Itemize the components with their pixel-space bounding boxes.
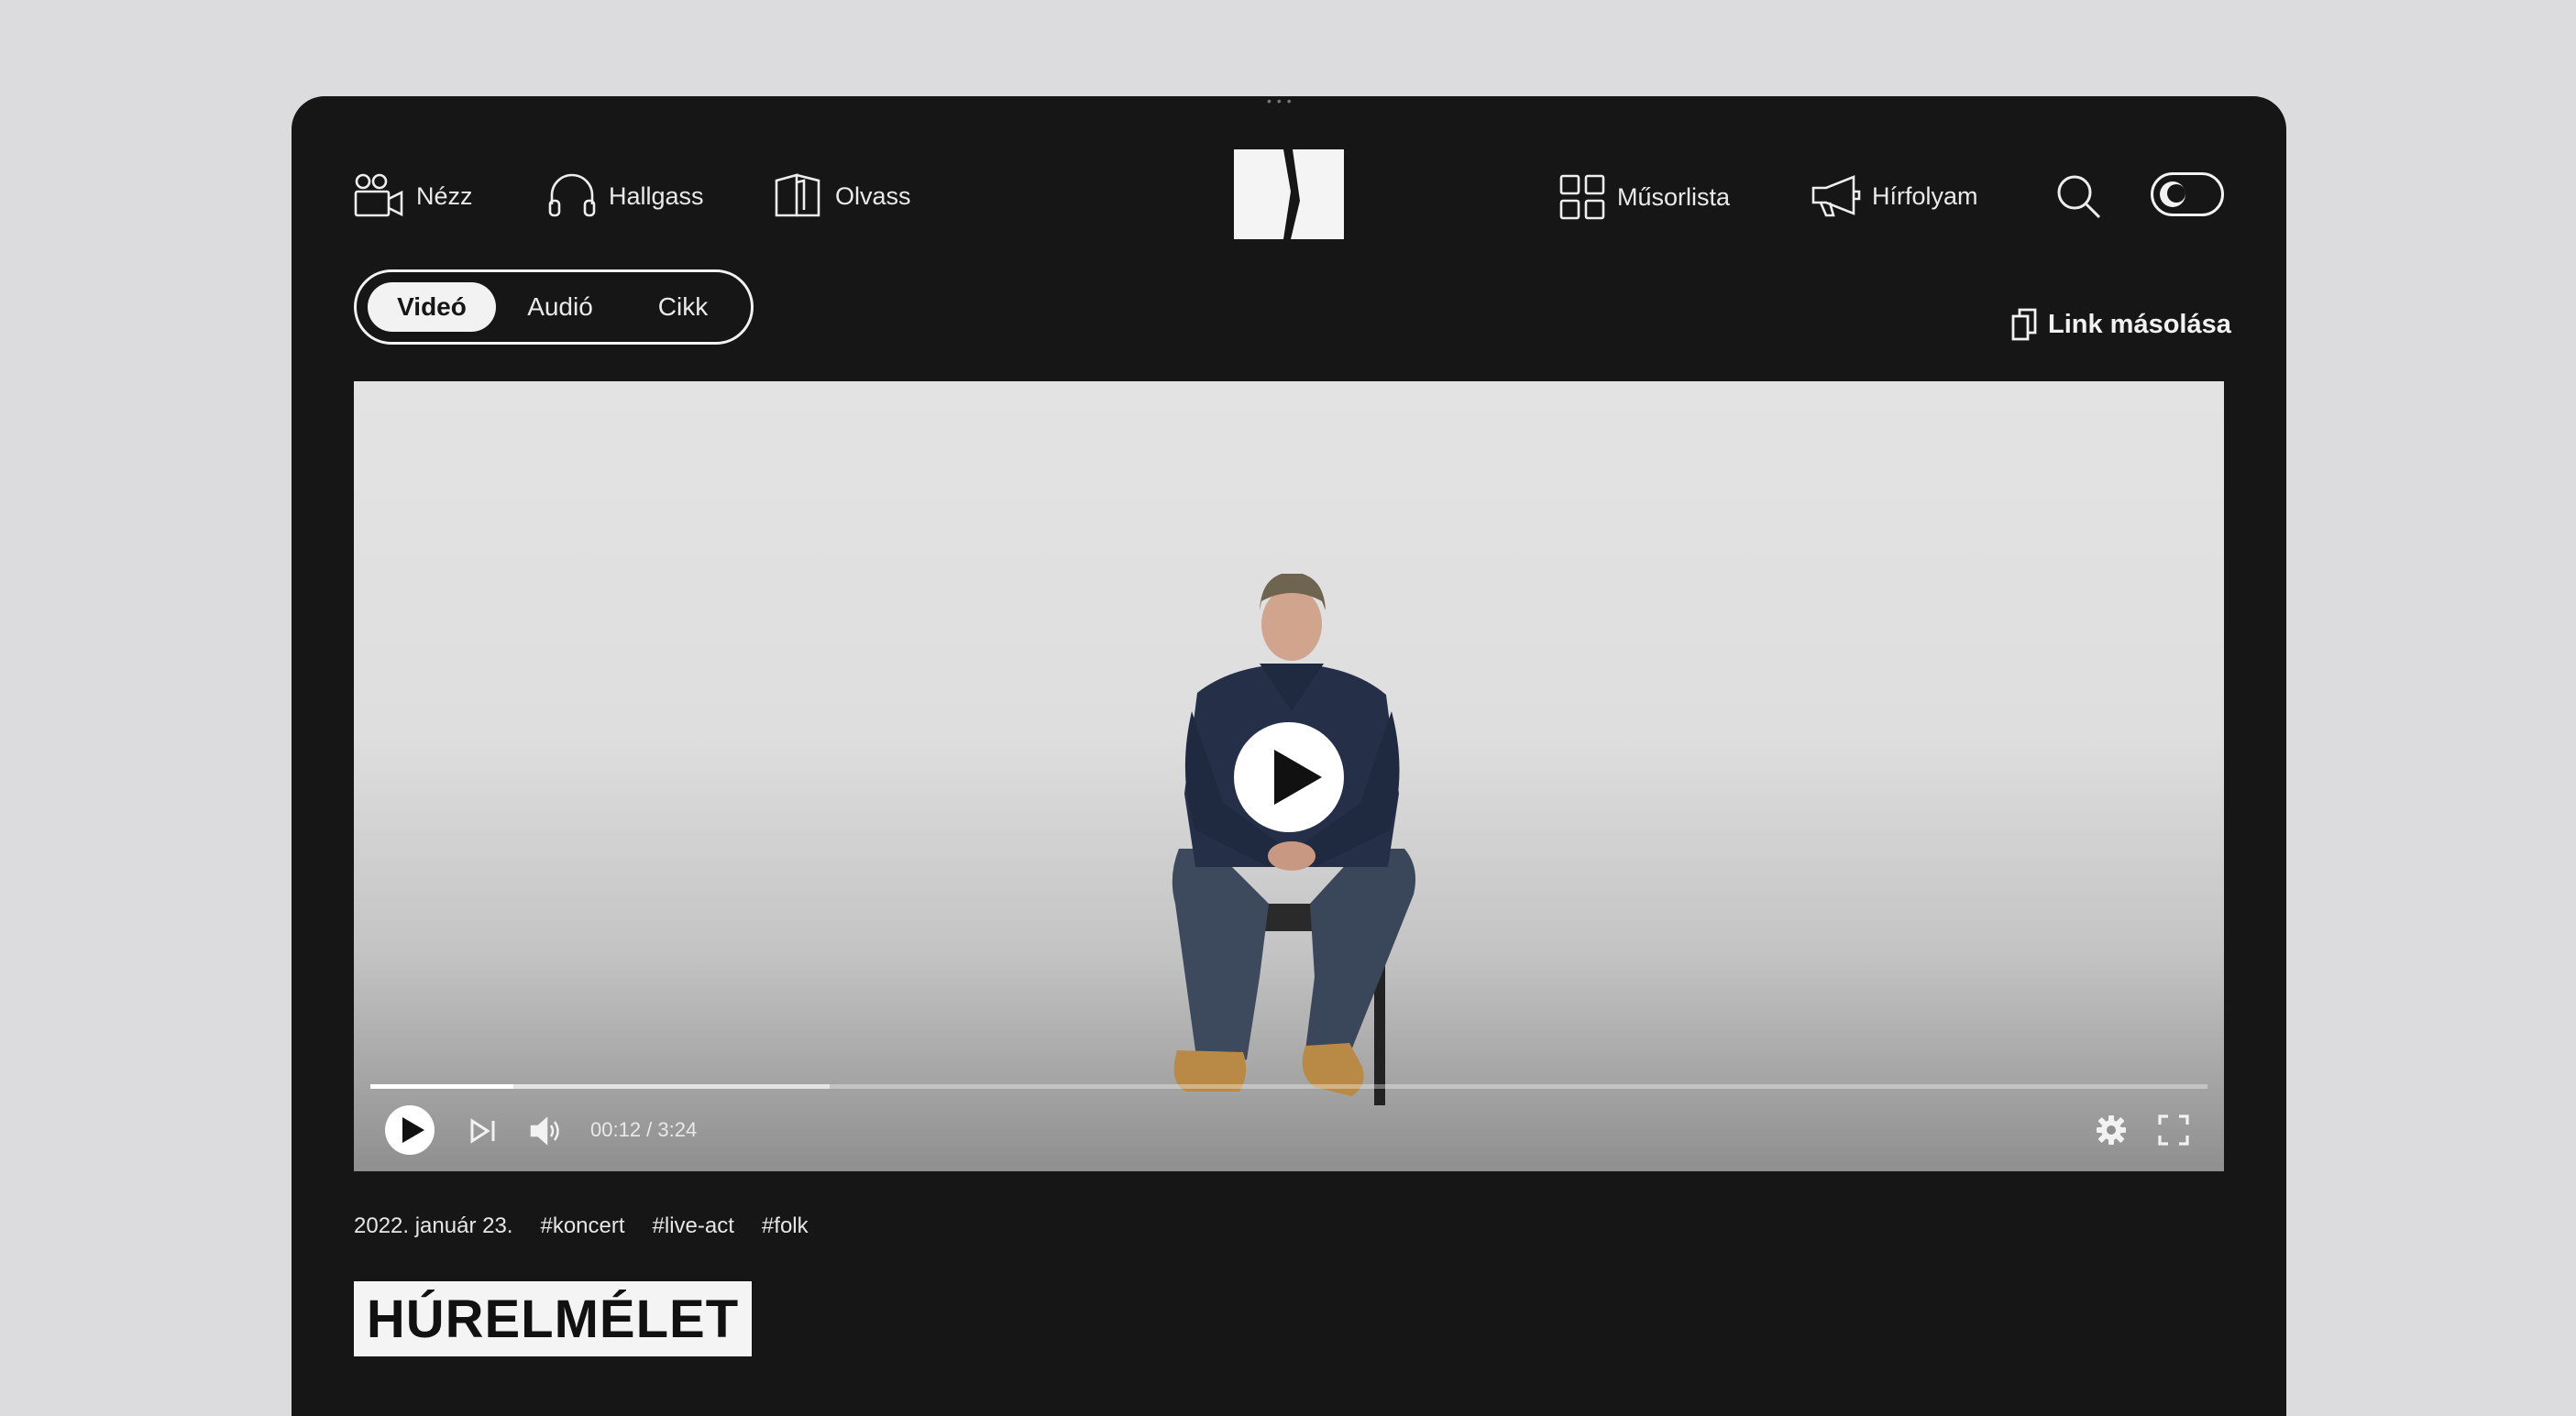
nav-feed-label: Hírfolyam	[1872, 181, 1978, 210]
site-logo[interactable]	[1234, 149, 1344, 239]
tag-link[interactable]: #koncert	[540, 1213, 624, 1239]
search-icon[interactable]	[2055, 173, 2101, 219]
nav-read[interactable]: Olvass	[773, 173, 911, 219]
tag-link[interactable]: #live-act	[653, 1213, 734, 1239]
copy-link-button[interactable]: Link másolása	[2011, 308, 2231, 341]
copy-icon	[2011, 308, 2037, 341]
progress-bar	[370, 1084, 514, 1089]
megaphone-icon	[1811, 175, 1861, 217]
publish-date: 2022. január 23.	[354, 1213, 513, 1238]
drag-handle[interactable]: •••	[1267, 93, 1297, 108]
tab-article[interactable]: Cikk	[624, 282, 742, 332]
nav-feed[interactable]: Hírfolyam	[1810, 173, 1978, 219]
nav-read-label: Olvass	[835, 181, 911, 210]
skip-next-icon[interactable]	[469, 1118, 497, 1144]
headphones-icon	[548, 173, 596, 217]
video-camera-icon	[354, 173, 403, 217]
page-title: HÚRELMÉLET	[354, 1281, 752, 1356]
nav-watch-label: Nézz	[416, 181, 473, 210]
grid-icon	[1559, 174, 1605, 220]
nav-programs[interactable]: Műsorlista	[1558, 173, 1730, 221]
time-display: 00:12 / 3:24	[590, 1118, 698, 1141]
nav-watch[interactable]: Nézz	[354, 173, 473, 219]
settings-icon[interactable]	[2096, 1114, 2127, 1146]
video-player[interactable]: 00:12 / 3:24	[354, 381, 2224, 1171]
volume-icon[interactable]	[530, 1116, 563, 1146]
video-frame-person	[1172, 574, 1416, 1105]
article-meta: 2022. január 23. #koncert #live-act #fol…	[354, 1213, 809, 1239]
play-button[interactable]	[385, 1105, 435, 1155]
nav-listen[interactable]: Hallgass	[546, 173, 704, 219]
fullscreen-icon[interactable]	[2158, 1114, 2189, 1146]
seek-bar[interactable]	[370, 1084, 2207, 1089]
tab-video[interactable]: Videó	[368, 282, 496, 332]
moon-icon	[2160, 181, 2185, 207]
big-play-button[interactable]	[1234, 722, 1344, 832]
tab-audio[interactable]: Audió	[496, 282, 624, 332]
copy-link-label: Link másolása	[2048, 309, 2231, 339]
nav-listen-label: Hallgass	[609, 181, 704, 210]
tag-link[interactable]: #folk	[762, 1213, 809, 1239]
nav-programs-label: Műsorlista	[1617, 182, 1731, 211]
media-type-tabs: Videó Audió Cikk	[354, 269, 754, 345]
book-icon	[775, 173, 820, 217]
theme-toggle[interactable]	[2151, 172, 2224, 216]
